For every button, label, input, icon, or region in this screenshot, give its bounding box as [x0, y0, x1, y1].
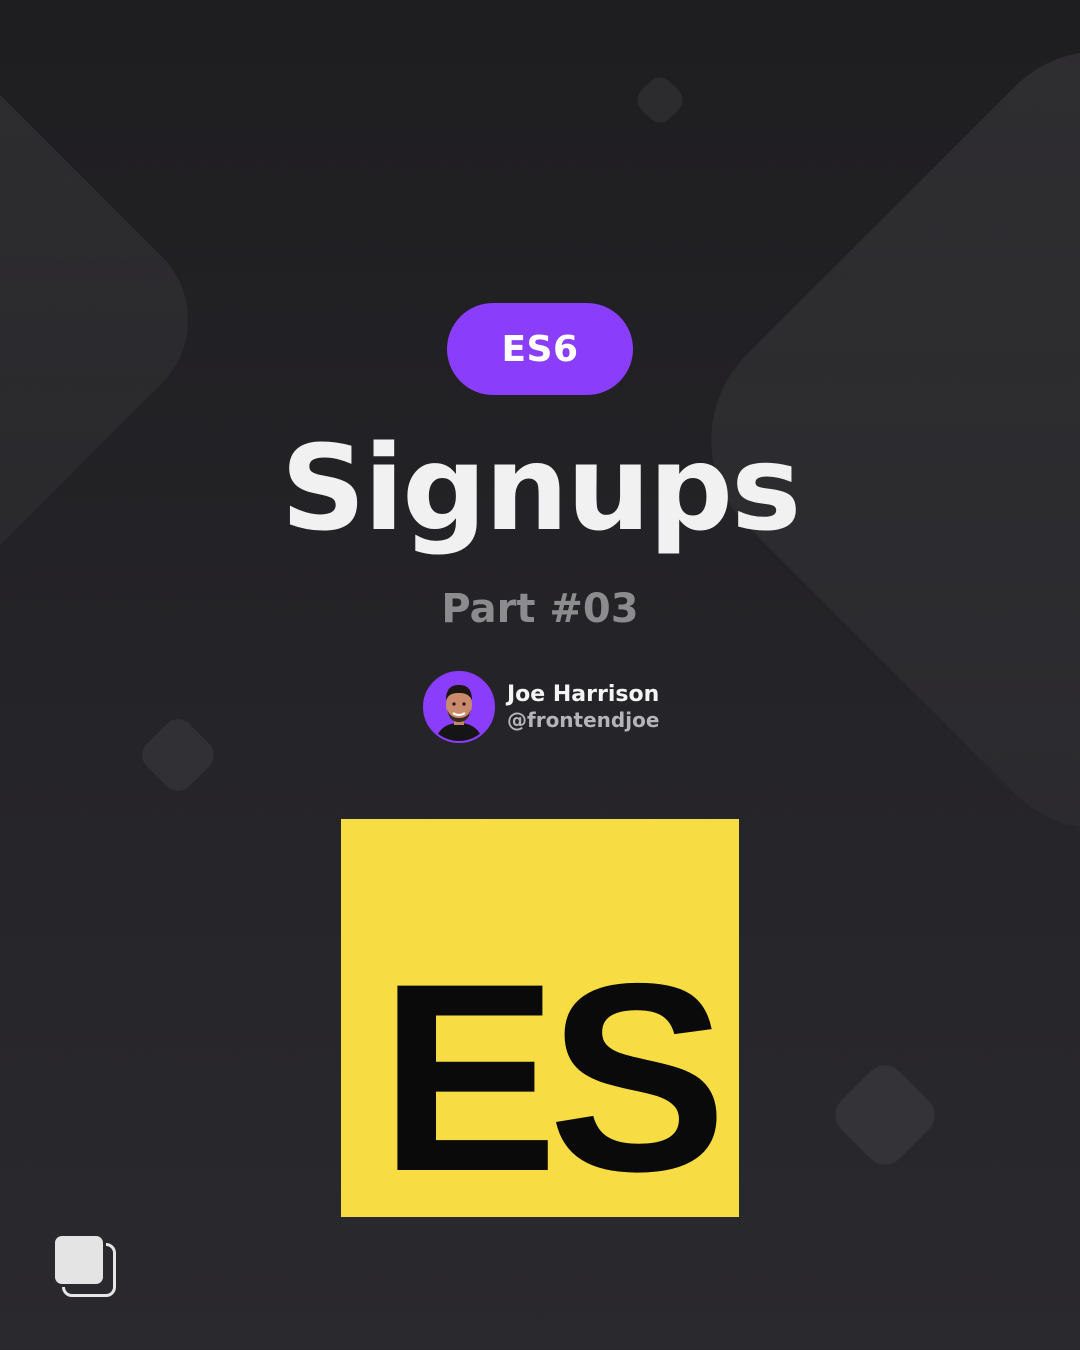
author-card[interactable]: Joe Harrison @frontendjoe	[423, 671, 659, 743]
author-name[interactable]: Joe Harrison	[507, 682, 659, 708]
author-info: Joe Harrison @frontendjoe	[507, 682, 659, 732]
post-canvas: { "post": { "tag": "ES6", "title": "Sign…	[0, 0, 1080, 1350]
decorative-diamond	[135, 712, 221, 798]
author-handle[interactable]: @frontendjoe	[507, 708, 659, 732]
post-subtitle: Part #03	[441, 586, 639, 632]
multiple-images-icon	[52, 1233, 118, 1299]
es-logo-text: ES	[379, 927, 727, 1227]
post-title: Signups	[280, 419, 802, 557]
avatar-portrait	[425, 673, 493, 741]
es-logo: ES	[341, 819, 739, 1217]
topic-tag: ES6	[447, 303, 633, 395]
decorative-diamond	[827, 1057, 943, 1173]
topic-tag-label: ES6	[501, 328, 579, 370]
decorative-diamond	[631, 71, 689, 129]
avatar[interactable]	[423, 671, 495, 743]
